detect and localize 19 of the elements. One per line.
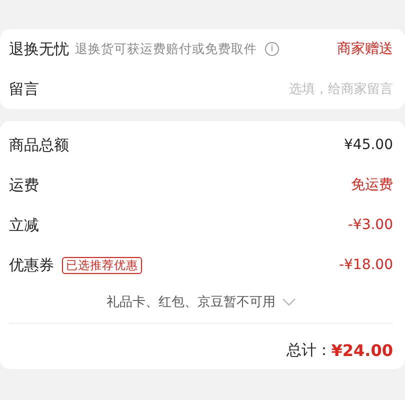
coupon-tag[interactable]: 已选推荐优惠	[62, 256, 142, 274]
row-label: 留言	[9, 80, 39, 98]
row-label: 退换无忧	[9, 40, 69, 58]
unavailable-toggle[interactable]: 礼品卡、红包、京豆暂不可用	[101, 285, 301, 319]
row-label: 商品总额	[9, 136, 69, 154]
row-value: ¥45.00	[344, 137, 393, 153]
service-description: 退换货可获运费赔付或免费取件	[75, 40, 257, 58]
total-value: ¥24.00	[331, 340, 393, 360]
total-label: 总计：	[286, 340, 332, 360]
row-label: 优惠券	[9, 256, 54, 274]
row-value: -¥3.00	[348, 217, 393, 233]
row-label: 运费	[9, 176, 39, 194]
row-value: -¥18.00	[338, 257, 393, 273]
info-icon[interactable]: i	[265, 42, 279, 56]
row-label: 立减	[9, 216, 39, 234]
message-field[interactable]: 选填，给商家留言	[39, 82, 393, 96]
unavailable-text: 礼品卡、红包、京豆暂不可用	[106, 294, 276, 311]
row-value: 免运费	[351, 176, 393, 194]
row-value: 商家赠送	[337, 40, 393, 58]
